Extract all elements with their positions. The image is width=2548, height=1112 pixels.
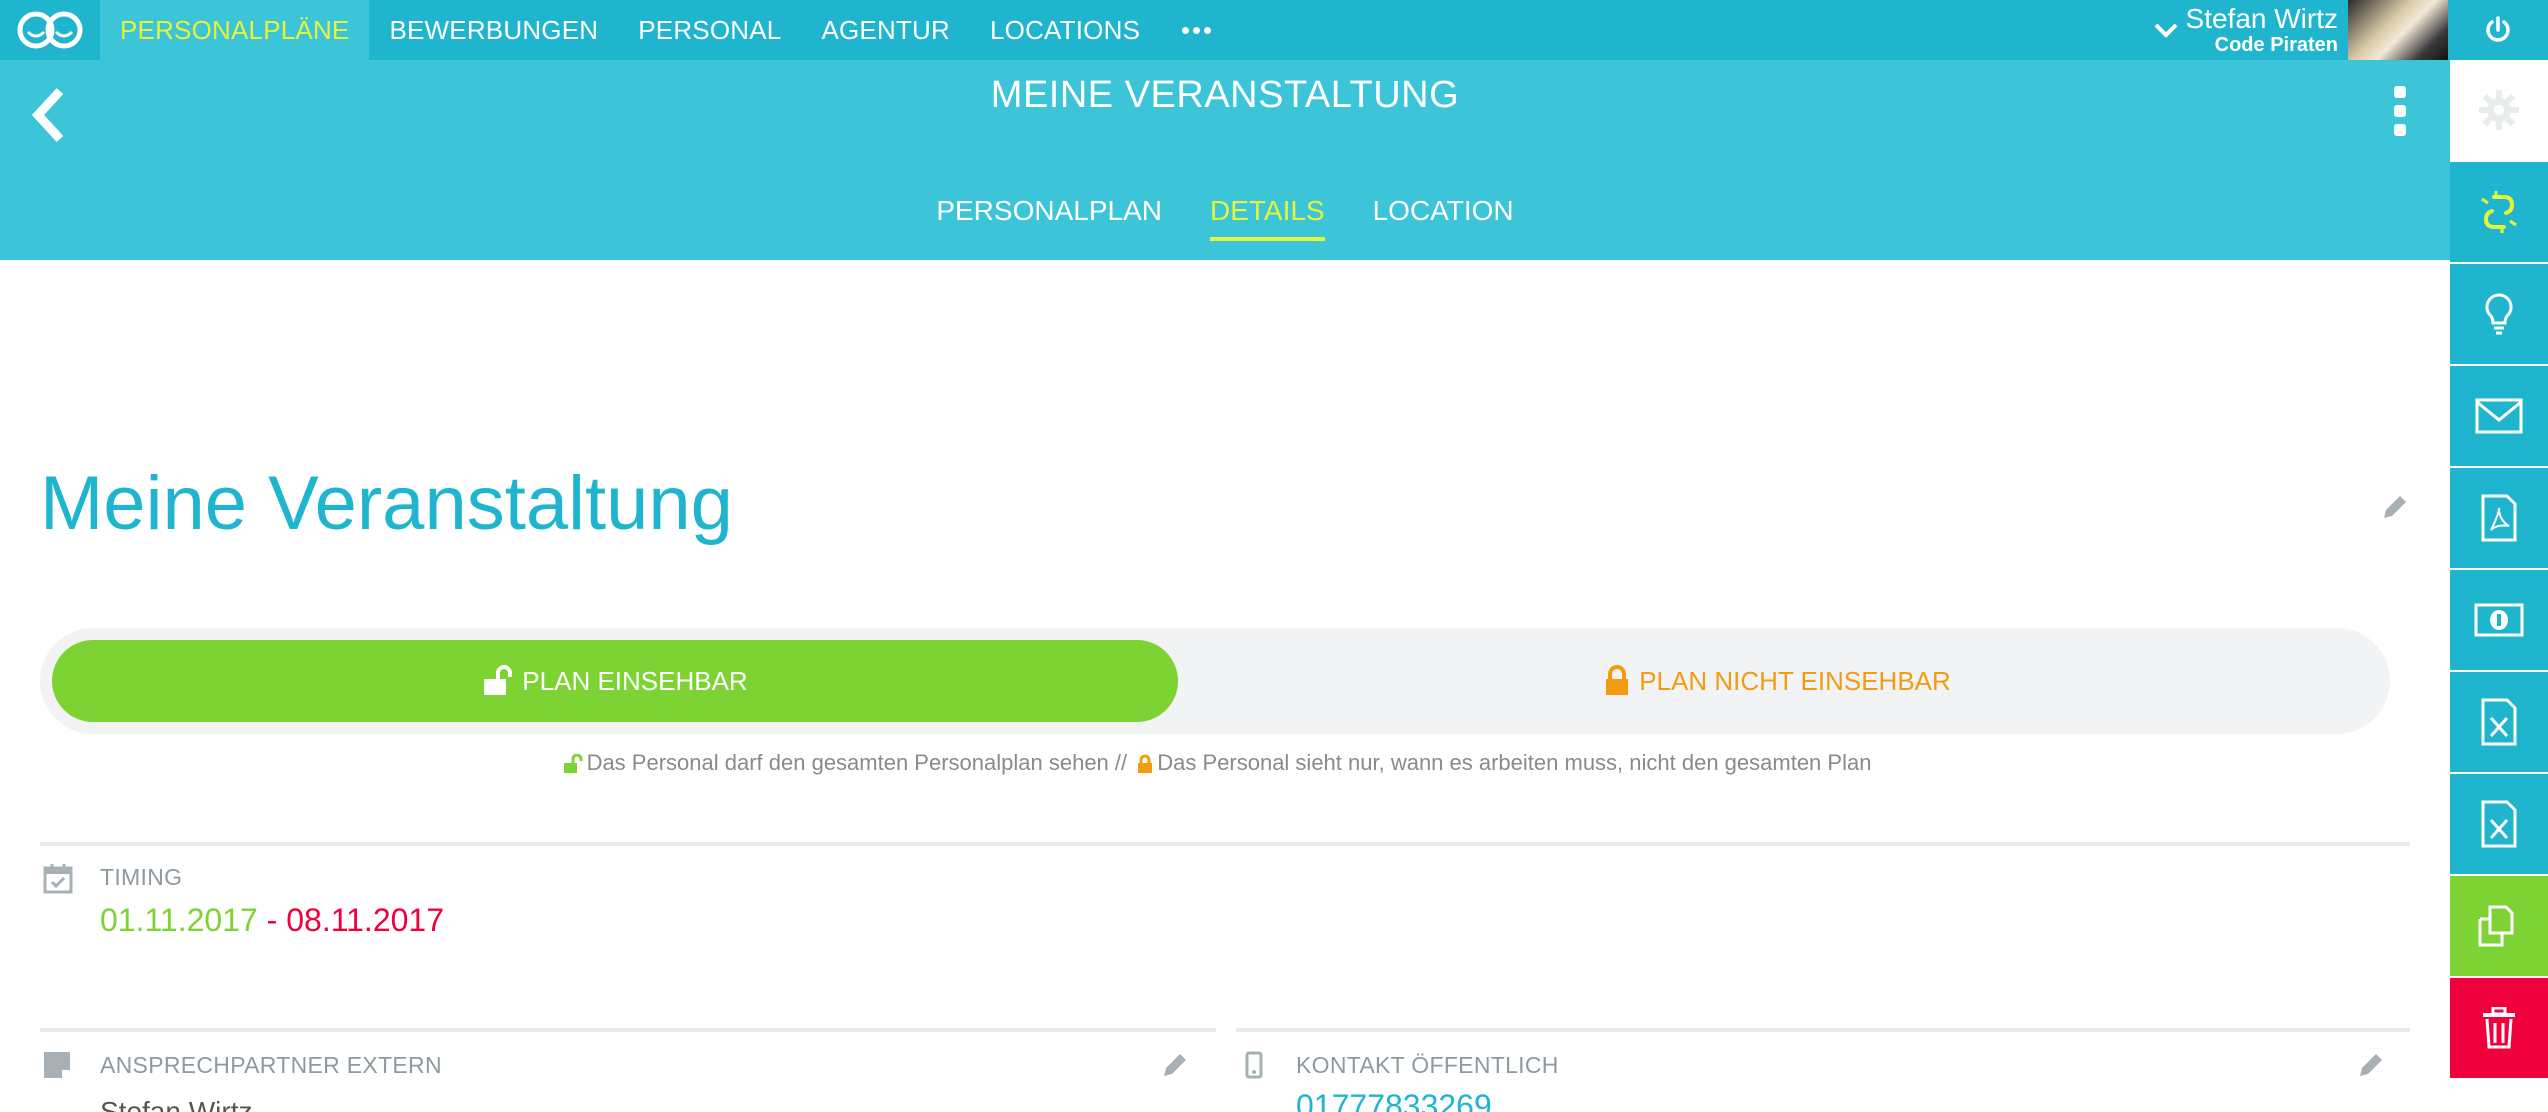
tab-details[interactable]: DETAILS — [1209, 195, 1325, 241]
pencil-icon — [2360, 1054, 2382, 1076]
pdf-icon — [2481, 494, 2517, 542]
divider — [1236, 1028, 2410, 1032]
end-date: 08.11.2017 — [286, 902, 444, 938]
hint-visible-text: Das Personal darf den gesamten Personalp… — [586, 750, 1128, 775]
contact-external-label: ANSPRECHPARTNER EXTERN — [100, 1052, 442, 1078]
divider — [40, 842, 2410, 846]
divider — [40, 1028, 1216, 1032]
edit-title-button[interactable] — [2380, 492, 2410, 522]
edit-contact-public-button[interactable] — [2356, 1050, 2386, 1080]
unlink-button[interactable] — [2450, 162, 2548, 264]
user-company: Code Piraten — [2214, 34, 2338, 56]
duplicate-button[interactable] — [2450, 876, 2548, 978]
tab-location[interactable]: LOCATION — [1373, 195, 1514, 241]
pencil-icon — [1164, 1054, 1186, 1076]
app-logo[interactable] — [0, 0, 100, 60]
infinity-logo-icon — [17, 11, 83, 49]
logout-button[interactable] — [2448, 0, 2548, 60]
tab-personalplan[interactable]: PERSONALPLAN — [936, 195, 1162, 241]
plan-visible-option[interactable]: PLAN EINSEHBAR — [52, 640, 1178, 722]
unlock-small-icon — [563, 754, 583, 774]
visibility-hint: Das Personal darf den gesamten Personalp… — [40, 750, 2390, 776]
event-title: MEINE VERANSTALTUNG — [990, 74, 1460, 116]
contact-public-value[interactable]: 01777833269 — [1296, 1088, 1492, 1112]
user-info[interactable]: Stefan Wirtz Code Piraten — [2185, 3, 2348, 57]
payment-button[interactable] — [2450, 570, 2548, 672]
hint-hidden-text: Das Personal sieht nur, wann es arbeiten… — [1157, 750, 1872, 775]
gear-icon — [2479, 90, 2519, 130]
action-sidebar — [2450, 60, 2548, 1112]
note-icon — [42, 1050, 74, 1082]
lightbulb-icon — [2485, 293, 2513, 335]
settings-button[interactable] — [2450, 60, 2548, 162]
excel-export-button[interactable] — [2450, 672, 2548, 774]
plan-visible-label: PLAN EINSEHBAR — [522, 665, 748, 696]
pdf-export-button[interactable] — [2450, 468, 2548, 570]
contact-external-value: Stefan Wirtz — [100, 1096, 253, 1112]
event-options-button[interactable] — [2390, 86, 2410, 136]
user-name: Stefan Wirtz — [2185, 3, 2338, 34]
nav-item-personal[interactable]: PERSONAL — [618, 0, 801, 60]
unlock-icon — [484, 665, 513, 695]
money-icon — [2474, 603, 2524, 637]
envelope-icon — [2475, 398, 2523, 434]
plan-hidden-option[interactable]: PLAN NICHT EINSEHBAR — [1178, 640, 2378, 722]
plan-hidden-label: PLAN NICHT EINSEHBAR — [1639, 665, 1951, 696]
more-menu-button[interactable] — [1160, 0, 1233, 60]
excel-export-alt-button[interactable] — [2450, 774, 2548, 876]
copy-icon — [2478, 905, 2514, 947]
nav-item-agentur[interactable]: AGENTUR — [801, 0, 970, 60]
top-navigation: PERSONALPLÄNE BEWERBUNGEN PERSONAL AGENT… — [0, 0, 2548, 60]
start-date: 01.11.2017 — [100, 902, 258, 938]
phone-icon — [1244, 1050, 1276, 1082]
email-button[interactable] — [2450, 366, 2548, 468]
kebab-icon — [2394, 86, 2406, 98]
lock-small-icon — [1138, 754, 1153, 774]
page-title: Meine Veranstaltung — [40, 461, 733, 546]
nav-item-locations[interactable]: LOCATIONS — [970, 0, 1160, 60]
calendar-icon — [42, 862, 74, 894]
avatar[interactable] — [2348, 0, 2448, 60]
pencil-icon — [2384, 496, 2406, 518]
hint-button[interactable] — [2450, 264, 2548, 366]
power-icon — [2486, 16, 2510, 42]
event-tabs: PERSONALPLAN DETAILS LOCATION — [0, 195, 2450, 241]
delete-button[interactable] — [2450, 978, 2548, 1080]
date-separator: - — [257, 902, 287, 938]
excel-icon — [2481, 698, 2517, 746]
edit-contact-external-button[interactable] — [1160, 1050, 1190, 1080]
visibility-toggle: PLAN EINSEHBAR PLAN NICHT EINSEHBAR — [40, 628, 2390, 734]
unlink-icon — [2481, 191, 2517, 233]
excel-alt-icon — [2481, 800, 2517, 848]
nav-item-bewerbungen[interactable]: BEWERBUNGEN — [369, 0, 618, 60]
user-menu-chevron[interactable] — [2146, 0, 2186, 60]
trash-icon — [2483, 1007, 2515, 1049]
timing-dates[interactable]: 01.11.2017 - 08.11.2017 — [100, 902, 444, 939]
timing-label: TIMING — [100, 864, 183, 890]
event-header: MEINE VERANSTALTUNG PERSONALPLAN DETAILS… — [0, 60, 2450, 260]
lock-icon — [1606, 665, 1629, 695]
chevron-down-icon — [2154, 23, 2177, 38]
contact-public-label: KONTAKT ÖFFENTLICH — [1296, 1052, 1559, 1078]
ellipsis-icon — [1182, 26, 1190, 34]
nav-item-personalplaene[interactable]: PERSONALPLÄNE — [100, 0, 370, 60]
